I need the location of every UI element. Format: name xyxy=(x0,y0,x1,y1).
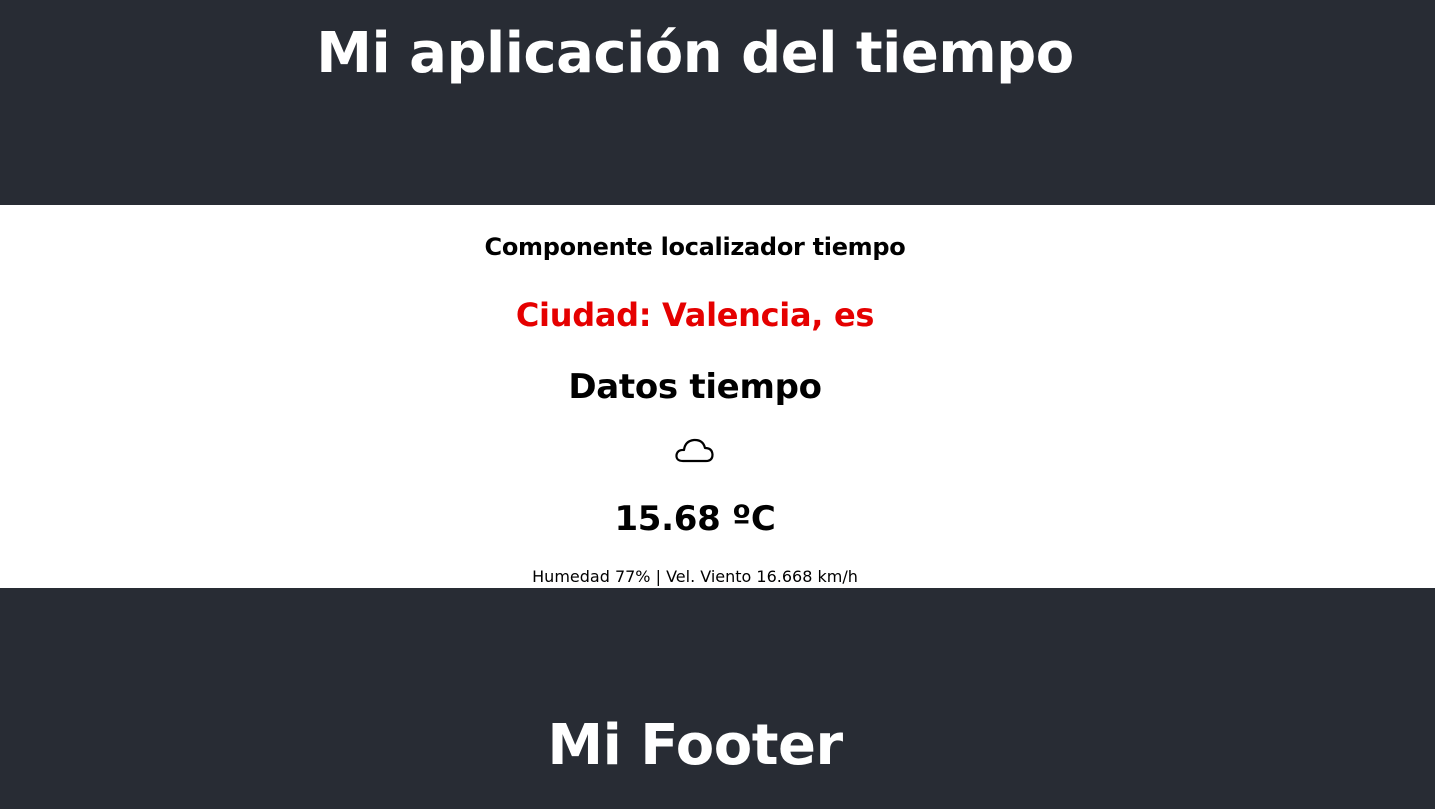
component-title: Componente localizador tiempo xyxy=(484,233,906,261)
cloud-icon xyxy=(674,434,716,466)
weather-details: Humedad 77% | Vel. Viento 16.668 km/h xyxy=(532,567,858,586)
app-header: Mi aplicación del tiempo xyxy=(0,0,1435,205)
city-label: Ciudad: Valencia, es xyxy=(515,296,875,334)
temperature-value: 15.68 ºC xyxy=(614,499,776,539)
weather-data-title: Datos tiempo xyxy=(568,367,822,407)
app-footer: Mi Footer xyxy=(0,588,1435,809)
weather-component: Componente localizador tiempo Ciudad: Va… xyxy=(0,205,1435,588)
footer-title: Mi Footer xyxy=(547,713,843,778)
app-title: Mi aplicación del tiempo xyxy=(316,21,1074,86)
